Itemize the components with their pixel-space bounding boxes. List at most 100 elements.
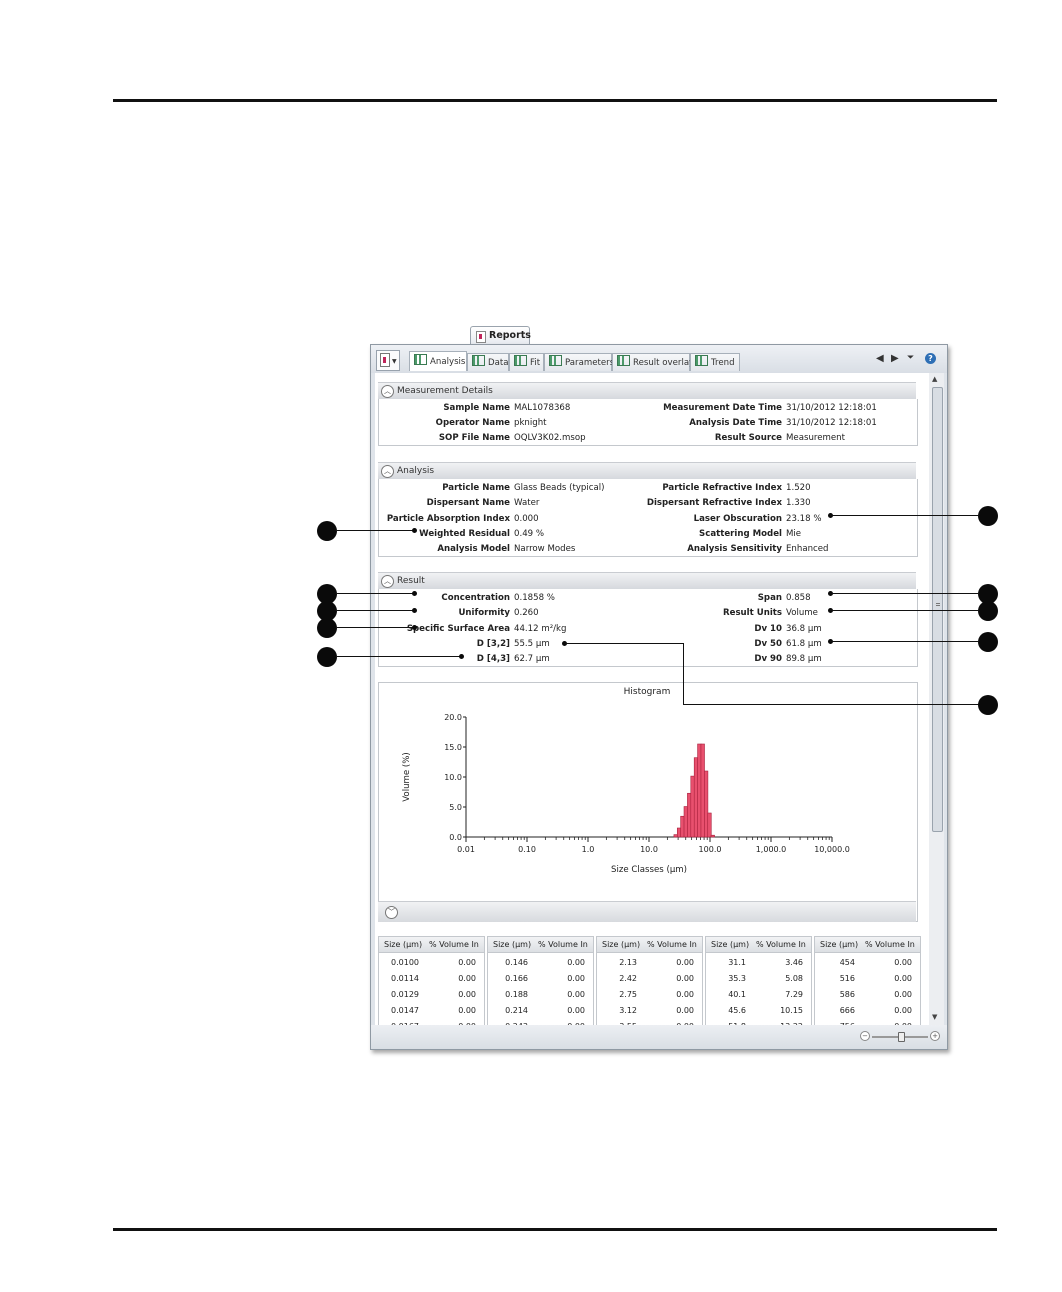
field-value: 23.18 % bbox=[786, 514, 822, 524]
zoom-slider-handle[interactable] bbox=[898, 1032, 905, 1042]
report-tab-icon bbox=[514, 355, 527, 366]
volume-cell: 0.00 bbox=[567, 990, 585, 999]
volume-cell: 0.00 bbox=[458, 1006, 476, 1015]
size-cell: 0.146 bbox=[505, 958, 528, 967]
analysis-section: Particle Name Glass Beads (typical) Dispe… bbox=[378, 479, 918, 557]
zoom-out-icon[interactable]: − bbox=[860, 1031, 870, 1041]
field-label: D [3,2] bbox=[476, 639, 510, 649]
result-header: ︿ Result bbox=[378, 572, 916, 590]
report-tab-icon bbox=[414, 354, 427, 365]
top-rule bbox=[113, 99, 997, 102]
column-header-volume: % Volume In bbox=[865, 940, 915, 949]
size-cell: 0.166 bbox=[505, 974, 528, 983]
volume-cell: 3.46 bbox=[785, 958, 803, 967]
vertical-scrollbar[interactable]: ▲ ▼ bbox=[929, 373, 944, 1025]
field-value: 36.8 µm bbox=[786, 624, 822, 634]
field-label: Result Source bbox=[714, 433, 782, 443]
callout-line bbox=[337, 656, 461, 658]
field-value: Measurement bbox=[786, 433, 845, 443]
measurement-details-section: Sample Name MAL1078368 Operator Name pknig… bbox=[378, 399, 918, 446]
help-icon[interactable]: ? bbox=[925, 353, 936, 364]
field-label: Uniformity bbox=[458, 608, 510, 618]
table-row: 40.1 7.29 bbox=[706, 990, 811, 1004]
y-axis-label: Volume (%) bbox=[402, 752, 412, 802]
collapse-icon[interactable]: ︿ bbox=[381, 575, 394, 588]
field-value: 0.1858 % bbox=[514, 593, 555, 603]
table-row: 666 0.00 bbox=[815, 1006, 920, 1020]
report-document-icon bbox=[476, 331, 486, 343]
histogram-chart: Histogram Size Classes (µm) Volume (%) 2… bbox=[402, 687, 850, 875]
y-tick-label: 0.0 bbox=[449, 833, 462, 842]
chart-bars bbox=[673, 743, 715, 838]
tab-parameters[interactable]: Parameters bbox=[544, 353, 614, 371]
zoom-in-icon[interactable]: + bbox=[930, 1031, 940, 1041]
field-label: Dv 10 bbox=[754, 624, 782, 634]
reports-window: ▼ Analysis Data Fit Parameters Result ov… bbox=[370, 344, 948, 1050]
field-label: Scattering Model bbox=[699, 529, 782, 539]
size-cell: 0.0100 bbox=[391, 958, 419, 967]
field-value: Narrow Modes bbox=[514, 544, 576, 554]
callout-marker bbox=[978, 695, 998, 715]
field-value: Water bbox=[514, 498, 540, 508]
volume-cell: 0.00 bbox=[676, 990, 694, 999]
histogram-bar bbox=[700, 743, 705, 838]
size-cell: 0.0129 bbox=[391, 990, 419, 999]
table-row: 2.75 0.00 bbox=[597, 990, 702, 1004]
previous-tab-icon[interactable]: ◀ bbox=[876, 353, 884, 364]
field-label: Dispersant Refractive Index bbox=[646, 498, 782, 508]
histogram-bar bbox=[704, 770, 709, 838]
size-table: Size (µm) % Volume In 31.1 3.46 35.3 5.08 40.1… bbox=[705, 936, 812, 1025]
next-tab-icon[interactable]: ▶ bbox=[891, 353, 899, 364]
scroll-up-icon[interactable]: ▲ bbox=[932, 375, 937, 383]
tab-label: Result overlay bbox=[633, 358, 695, 368]
x-tick-label: 10.0 bbox=[640, 845, 658, 854]
tab-data[interactable]: Data bbox=[467, 353, 509, 371]
volume-cell: 0.00 bbox=[894, 990, 912, 999]
report-content: ︿ Measurement Details Sample Name MAL1078… bbox=[375, 373, 929, 1025]
tab-result-overlay[interactable]: Result overlay bbox=[612, 353, 694, 371]
column-header-size: Size (µm) bbox=[820, 940, 859, 949]
histogram-bar bbox=[690, 775, 695, 838]
report-toolbar: ▼ Analysis Data Fit Parameters Result ov… bbox=[371, 345, 947, 373]
field-value: 0.000 bbox=[514, 514, 539, 524]
table-row: 0.146 0.00 bbox=[488, 958, 593, 972]
field-value: Volume bbox=[786, 608, 818, 618]
size-cell: 35.3 bbox=[728, 974, 746, 983]
callout-point bbox=[412, 608, 417, 613]
reports-tab[interactable]: Reports bbox=[470, 326, 531, 346]
x-tick-label: 1.0 bbox=[582, 845, 595, 854]
field-value: OQLV3K02.msop bbox=[514, 433, 586, 443]
expand-icon[interactable]: ﹀ bbox=[385, 906, 398, 919]
grip-icon bbox=[936, 603, 940, 606]
section-title: Analysis bbox=[397, 466, 435, 476]
size-cell: 0.0147 bbox=[391, 1006, 419, 1015]
field-value: 1.520 bbox=[786, 483, 811, 493]
field-label: Particle Refractive Index bbox=[662, 483, 782, 493]
bottom-rule bbox=[113, 1228, 997, 1231]
x-tick-label: 10,000.0 bbox=[814, 845, 850, 854]
callout-point bbox=[412, 591, 417, 596]
collapse-icon[interactable]: ︿ bbox=[381, 385, 394, 398]
field-label: D [4,3] bbox=[476, 654, 510, 664]
scroll-down-icon[interactable]: ▼ bbox=[932, 1013, 937, 1021]
column-header-volume: % Volume In bbox=[429, 940, 479, 949]
tab-analysis[interactable]: Analysis bbox=[409, 351, 467, 371]
callout-line bbox=[337, 610, 414, 612]
volume-cell: 0.00 bbox=[676, 1006, 694, 1015]
table-header: Size (µm) % Volume In bbox=[488, 937, 593, 953]
volume-cell: 5.08 bbox=[785, 974, 803, 983]
report-menu-button[interactable]: ▼ bbox=[376, 350, 400, 371]
size-cell: 45.6 bbox=[728, 1006, 746, 1015]
tab-list-icon[interactable]: ⏷ bbox=[907, 353, 914, 363]
table-row: 516 0.00 bbox=[815, 974, 920, 988]
histogram-bar bbox=[687, 792, 692, 838]
callout-marker bbox=[317, 618, 337, 638]
volume-cell: 0.00 bbox=[458, 974, 476, 983]
tab-fit[interactable]: Fit bbox=[509, 353, 544, 371]
collapse-icon[interactable]: ︿ bbox=[381, 465, 394, 478]
tab-trend[interactable]: Trend bbox=[690, 353, 740, 371]
x-tick-label: 1,000.0 bbox=[756, 845, 787, 854]
size-cell: 516 bbox=[839, 974, 855, 983]
x-tick-label: 0.10 bbox=[518, 845, 536, 854]
table-row: 31.1 3.46 bbox=[706, 958, 811, 972]
